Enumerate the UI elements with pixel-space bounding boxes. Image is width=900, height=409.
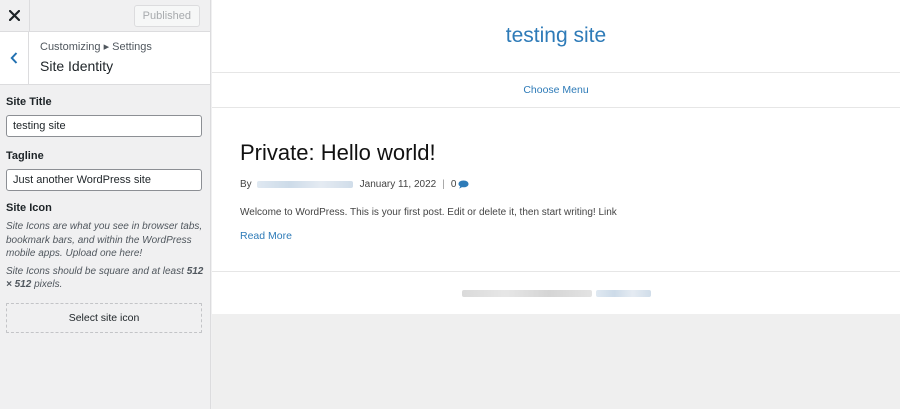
footer-link-blurred[interactable] <box>595 289 651 297</box>
tagline-label: Tagline <box>6 150 44 162</box>
section-title: Site Identity <box>40 58 114 74</box>
site-footer <box>212 272 900 314</box>
read-more-link[interactable]: Read More <box>240 230 900 242</box>
site-header: testing site <box>212 0 900 73</box>
post-entry: Private: Hello world! By January 11, 202… <box>212 108 900 272</box>
breadcrumb: Customizing ▸ Settings <box>40 41 152 53</box>
post-author-blurred[interactable] <box>256 180 353 188</box>
site-icon-description: Site Icons are what you see in browser t… <box>6 221 203 259</box>
section-heading: Customizing ▸ Settings Site Identity <box>29 32 152 84</box>
customizer-sidebar: Published Customizing ▸ Settings Site Id… <box>0 0 211 409</box>
comment-icon[interactable] <box>458 180 469 189</box>
footer-credit-blurred <box>461 289 592 297</box>
back-button[interactable] <box>0 32 29 84</box>
section-header: Customizing ▸ Settings Site Identity <box>0 32 210 85</box>
comment-count[interactable]: 0 <box>451 179 457 190</box>
tagline-input[interactable] <box>6 169 202 191</box>
site-preview: testing site Choose Menu Private: Hello … <box>212 0 900 409</box>
meta-separator: | <box>442 178 445 190</box>
choose-menu-link[interactable]: Choose Menu <box>523 84 588 96</box>
site-icon-label: Site Icon <box>6 202 52 214</box>
select-site-icon-button[interactable]: Select site icon <box>6 302 202 333</box>
site-title-input[interactable] <box>6 115 202 137</box>
post-title[interactable]: Private: Hello world! <box>240 140 900 166</box>
close-customizer-button[interactable] <box>0 0 30 31</box>
published-button[interactable]: Published <box>133 4 200 27</box>
site-navigation: Choose Menu <box>212 73 900 108</box>
customizer-header: Published <box>0 0 210 32</box>
post-author-prefix: By <box>240 178 252 190</box>
preview-site: testing site Choose Menu Private: Hello … <box>212 0 900 314</box>
site-title-label: Site Title <box>6 96 52 108</box>
site-icon-size-note: Site Icons should be square and at least… <box>6 265 204 291</box>
site-title-link[interactable]: testing site <box>506 24 606 48</box>
close-icon <box>9 10 20 21</box>
post-date[interactable]: January 11, 2022 <box>360 179 437 190</box>
post-excerpt: Welcome to WordPress. This is your first… <box>240 207 617 218</box>
post-meta: By January 11, 2022 | 0 <box>240 178 900 190</box>
chevron-left-icon <box>10 52 18 64</box>
site-identity-controls: Site Title Tagline Site Icon Site Icons … <box>0 85 210 333</box>
